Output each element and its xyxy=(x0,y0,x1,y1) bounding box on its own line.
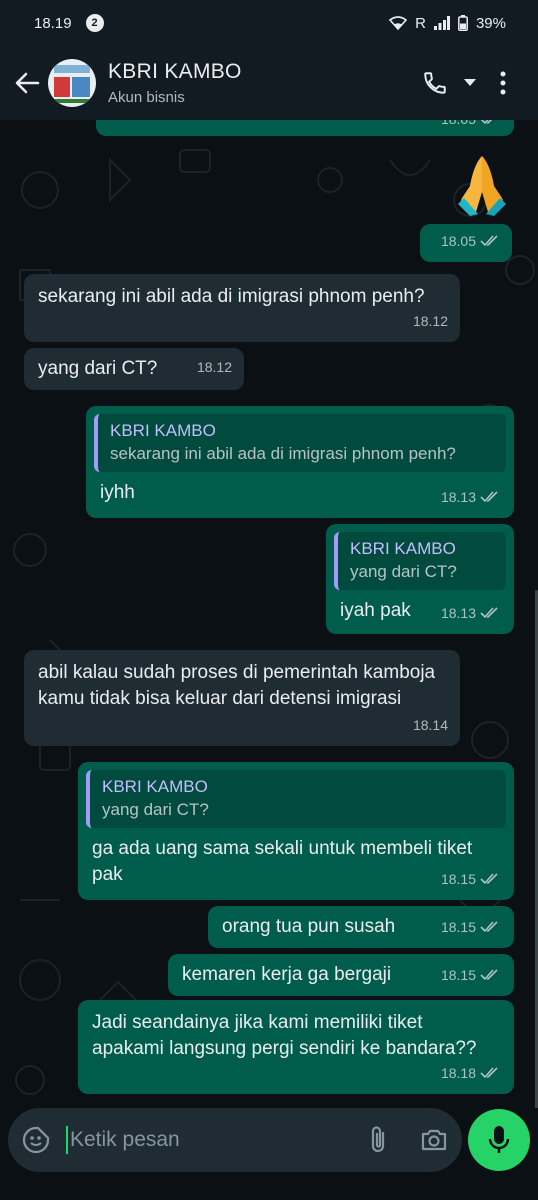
message-time: 18.13 xyxy=(440,605,476,621)
message-time: 18.18 xyxy=(440,1065,476,1081)
roaming-indicator: R xyxy=(415,14,426,32)
double-check-icon xyxy=(480,921,498,933)
message-meta: 18.15 xyxy=(441,914,500,940)
message-input-box[interactable]: Ketik pesan xyxy=(8,1108,462,1172)
message-composer: Ketik pesan xyxy=(0,1108,538,1200)
message-time: 18.13 xyxy=(440,489,476,505)
status-time: 18.19 xyxy=(34,14,72,32)
voice-message-button[interactable] xyxy=(468,1109,530,1171)
message-meta: 18.15 xyxy=(441,866,500,892)
wifi-icon xyxy=(389,16,408,30)
message-outgoing[interactable]: kemaren kerja ga bergaji 18.15 xyxy=(168,954,514,996)
message-outgoing[interactable]: 18.05 xyxy=(96,120,514,136)
caret-down-icon xyxy=(464,79,476,86)
more-options-button[interactable] xyxy=(488,71,518,95)
microphone-icon xyxy=(488,1126,510,1153)
message-time: 18.05 xyxy=(441,120,476,132)
message-outgoing[interactable]: KBRI KAMBO sekarang ini abil ada di imig… xyxy=(86,406,514,518)
signal-icon xyxy=(433,16,450,30)
message-meta: 18.14 xyxy=(413,712,448,738)
double-check-icon xyxy=(480,1067,498,1079)
sticker-button[interactable] xyxy=(8,1126,64,1154)
message-meta: 18.05 xyxy=(441,228,500,254)
notification-badge: 2 xyxy=(85,14,104,32)
paperclip-icon xyxy=(371,1126,385,1153)
more-vertical-icon xyxy=(500,71,506,95)
quoted-author: KBRI KAMBO xyxy=(102,777,208,796)
double-check-icon xyxy=(480,969,498,981)
message-outgoing[interactable]: orang tua pun susah 18.15 xyxy=(208,906,514,948)
quoted-message[interactable]: KBRI KAMBO yang dari CT? xyxy=(334,532,506,590)
message-outgoing[interactable]: KBRI KAMBO yang dari CT? iyah pak 18.13 xyxy=(326,524,514,634)
message-input[interactable]: Ketik pesan xyxy=(70,1128,350,1152)
message-incoming[interactable]: abil kalau sudah proses di pemerintah ka… xyxy=(24,650,460,746)
message-text: ga ada uang sama sekali untuk membeli ti… xyxy=(92,838,473,885)
message-meta: 18.18 xyxy=(441,1060,500,1086)
attach-button[interactable] xyxy=(350,1125,406,1155)
camera-button[interactable] xyxy=(406,1128,462,1152)
voice-call-button[interactable] xyxy=(418,70,452,96)
text-caret xyxy=(66,1126,68,1154)
back-arrow-icon xyxy=(15,72,40,94)
message-meta: 18.12 xyxy=(197,354,232,380)
quoted-message[interactable]: KBRI KAMBO sekarang ini abil ada di imig… xyxy=(94,414,506,472)
message-text: abil kalau sudah proses di pemerintah ka… xyxy=(38,662,436,709)
double-check-icon xyxy=(480,873,498,885)
folded-hands-emoji xyxy=(458,156,506,216)
status-bar: 18.19 2 R 39% xyxy=(0,0,538,46)
message-meta: 18.15 xyxy=(441,962,500,988)
message-list[interactable]: 18.05 18.05 sekarang ini abil ada di imi… xyxy=(0,120,538,1108)
message-time: 18.12 xyxy=(412,313,448,329)
message-time: 18.15 xyxy=(440,919,476,935)
back-button[interactable] xyxy=(8,72,46,94)
double-check-icon xyxy=(480,491,498,503)
call-options-dropdown[interactable] xyxy=(456,79,484,87)
message-outgoing[interactable]: Jadi seandainya jika kami memiliki tiket… xyxy=(78,1000,514,1094)
message-time: 18.12 xyxy=(196,359,232,375)
message-text: Jadi seandainya jika kami memiliki tiket… xyxy=(92,1012,477,1059)
contact-name: KBRI KAMBO xyxy=(108,60,242,83)
message-outgoing[interactable]: KBRI KAMBO yang dari CT? ga ada uang sam… xyxy=(78,762,514,900)
contact-info[interactable]: KBRI KAMBO Akun bisnis xyxy=(108,60,418,106)
quoted-author: KBRI KAMBO xyxy=(350,539,456,558)
contact-subtitle: Akun bisnis xyxy=(108,89,185,106)
double-check-icon xyxy=(480,120,493,125)
battery-icon xyxy=(458,15,468,31)
message-time: 18.14 xyxy=(412,717,448,733)
quoted-text: sekarang ini abil ada di imigrasi phnom … xyxy=(110,444,456,463)
message-time: 18.15 xyxy=(440,967,476,983)
contact-avatar[interactable] xyxy=(48,59,96,107)
double-check-icon xyxy=(480,607,498,619)
message-incoming[interactable]: sekarang ini abil ada di imigrasi phnom … xyxy=(24,274,460,342)
message-meta: 18.12 xyxy=(413,308,448,334)
message-text: sekarang ini abil ada di imigrasi phnom … xyxy=(38,286,425,307)
quoted-text: yang dari CT? xyxy=(350,562,457,581)
phone-icon xyxy=(424,72,446,94)
message-meta: 18.13 xyxy=(441,600,500,626)
message-outgoing[interactable]: 18.05 xyxy=(420,224,512,262)
message-time: 18.05 xyxy=(440,233,476,249)
double-check-icon xyxy=(480,235,498,247)
quoted-text: yang dari CT? xyxy=(102,800,209,819)
message-meta: 18.13 xyxy=(441,484,500,510)
quoted-message[interactable]: KBRI KAMBO yang dari CT? xyxy=(86,770,506,828)
message-incoming[interactable]: yang dari CT? 18.12 xyxy=(24,348,244,390)
quoted-author: KBRI KAMBO xyxy=(110,421,216,440)
chat-header: KBRI KAMBO Akun bisnis xyxy=(0,46,538,120)
battery-percent: 39% xyxy=(475,14,506,32)
emoji-message[interactable] xyxy=(454,152,514,222)
sticker-icon xyxy=(22,1126,50,1154)
message-time: 18.15 xyxy=(440,871,476,887)
message-meta: 18.05 xyxy=(441,120,500,132)
camera-icon xyxy=(421,1129,447,1151)
